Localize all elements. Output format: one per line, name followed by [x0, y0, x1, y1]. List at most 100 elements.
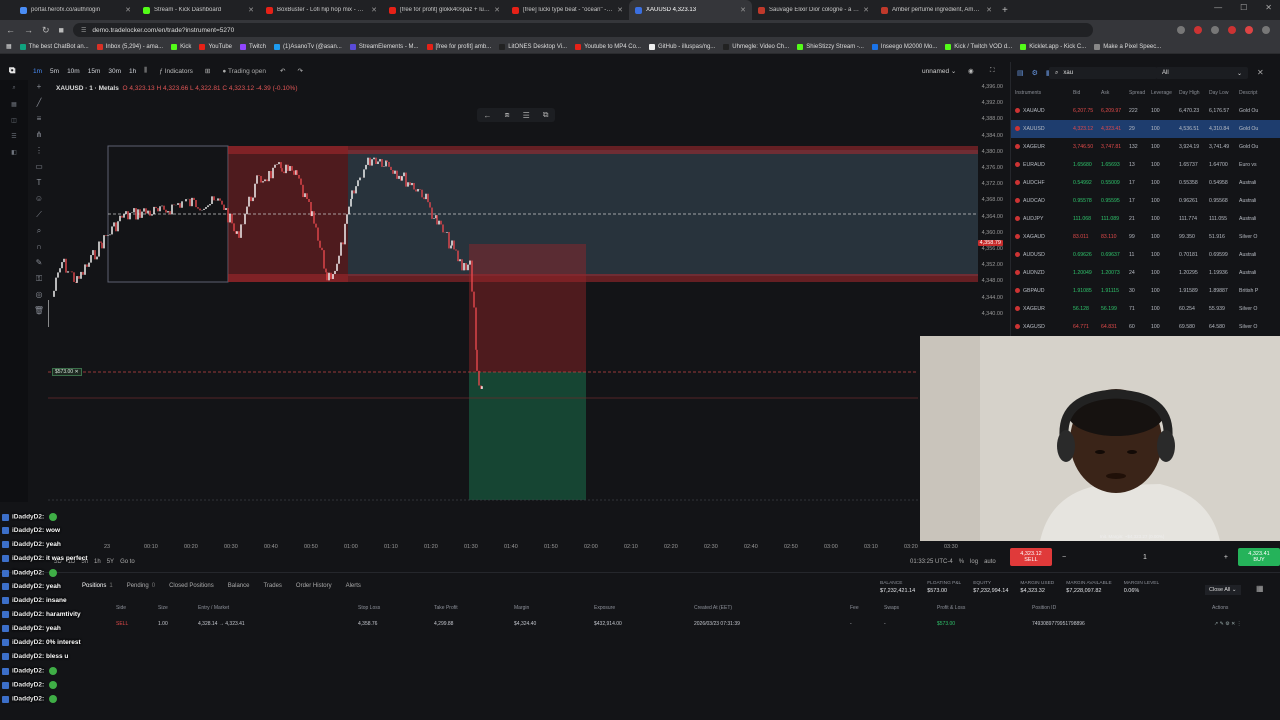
lines-icon[interactable]: ☰ — [523, 111, 530, 120]
instrument-search-input[interactable]: ⌕ xau — [1049, 67, 1157, 79]
column-header[interactable]: Take Profit — [434, 605, 458, 611]
column-header[interactable]: Profit & Loss — [937, 605, 965, 611]
column-header[interactable]: Created At (EET) — [694, 605, 732, 611]
undo-icon[interactable]: ↶ — [280, 67, 285, 75]
fib-icon[interactable]: ⋮ — [35, 146, 43, 158]
column-header[interactable]: Size — [158, 605, 168, 611]
column-header[interactable]: Instruments — [1011, 90, 1073, 96]
price-chart[interactable] — [48, 82, 980, 542]
bookmark-item[interactable]: (1)AsanoTv (@asan... — [274, 43, 342, 50]
camera-icon[interactable]: ◉ — [968, 67, 974, 75]
column-header[interactable]: Descript — [1239, 90, 1279, 96]
site-info-icon[interactable]: ☰ — [81, 27, 86, 34]
column-header[interactable]: Position ID — [1032, 605, 1056, 611]
candles-icon[interactable]: ⫼ — [144, 67, 147, 75]
instrument-row[interactable]: XAGEUR 3,746.50 3,747.81 132 100 3,924.19 3,74… — [1011, 138, 1280, 156]
column-header[interactable]: Exposure — [594, 605, 615, 611]
timeframe-30m[interactable]: 30m — [108, 68, 121, 75]
instrument-row[interactable]: XAGAUD 83.011 83.110 99 100 99.350 51.916 Silve… — [1011, 228, 1280, 246]
reload-icon[interactable]: ↻ — [42, 25, 50, 36]
rectangle-icon[interactable]: ▭ — [35, 162, 43, 174]
url-field[interactable]: ☰ demo.tradelocker.com/en/trade?instrume… — [72, 23, 1093, 37]
crosshair-icon[interactable]: + — [37, 82, 42, 94]
column-header[interactable]: Day High — [1179, 90, 1209, 96]
bookmark-item[interactable]: Make a Pixel Speec... — [1094, 43, 1161, 50]
instrument-row[interactable]: XAGEUR 56.128 56.199 71 100 60.254 55.939 Silve… — [1011, 300, 1280, 318]
apps-icon[interactable]: ▦ — [6, 43, 12, 50]
menu-icon[interactable] — [1262, 26, 1270, 34]
instrument-row[interactable]: XAGUSD 64.771 64.831 60 100 69.580 64.580 Silve… — [1011, 318, 1280, 336]
close-icon[interactable]: ✕ — [617, 6, 623, 14]
browser-tab[interactable]: [free for profit] glokk40spaz + lucki ✕ — [383, 0, 506, 20]
browser-tab[interactable]: Amber perfume ingredient, Amber f ✕ — [875, 0, 998, 20]
tab-order-history[interactable]: Order History — [296, 583, 332, 589]
zoom-icon[interactable]: ⌕ — [37, 226, 41, 238]
tab-alerts[interactable]: Alerts — [346, 583, 361, 589]
bookmark-item[interactable]: LitONES Desktop Vi... — [499, 43, 567, 50]
bookmark-item[interactable]: [free for profit] amb... — [426, 43, 491, 50]
bookmark-item[interactable]: Inseego M2000 Mo... — [871, 43, 937, 50]
instrument-filter-select[interactable]: All ⌄ — [1156, 67, 1248, 79]
arrow-left-icon[interactable]: ← — [484, 111, 492, 120]
column-header[interactable]: Spread — [1129, 90, 1151, 96]
back-icon[interactable]: ← — [6, 25, 15, 35]
extension-icon[interactable] — [1211, 26, 1219, 34]
eye-icon[interactable]: ◎ — [36, 290, 43, 302]
time-axis[interactable]: 23 00:10 00:20 00:30 00:40 00:50 01:00 01:10 01:… — [48, 542, 980, 552]
buy-button[interactable]: 4,323.41 BUY — [1238, 548, 1280, 566]
panel-icon[interactable]: ⧉ — [543, 110, 549, 120]
sell-button[interactable]: 4,323.12 SELL — [1010, 548, 1052, 566]
instrument-row[interactable]: AUDNZD 1.20049 1.20073 24 100 1.20295 1.19936 A… — [1011, 264, 1280, 282]
grid-icon[interactable]: ▦ — [11, 101, 17, 108]
pitchfork-icon[interactable]: ⋔ — [36, 130, 43, 142]
close-icon[interactable]: ✕ — [371, 6, 377, 14]
bookmark-item[interactable]: Kicklet.app - Kick C... — [1020, 43, 1086, 50]
trendline-icon[interactable]: ╱ — [37, 98, 42, 110]
close-icon[interactable]: ✕ — [125, 6, 131, 14]
scale-option[interactable]: auto — [984, 559, 996, 565]
instrument-row[interactable]: GBPAUD 1.91085 1.91115 30 100 1.91589 1.89887 B… — [1011, 282, 1280, 300]
browser-tab[interactable]: Stream - Kick Dashboard ✕ — [137, 0, 260, 20]
plus-icon[interactable]: + — [1224, 554, 1228, 561]
timeframe-10m[interactable]: 10m — [67, 68, 80, 75]
column-header[interactable]: Ask — [1101, 90, 1129, 96]
minimize-icon[interactable]: — — [1214, 3, 1222, 12]
extension-icon[interactable] — [1194, 26, 1202, 34]
trash-icon[interactable]: 🗑 — [34, 306, 44, 318]
quantity-stepper[interactable]: − 1 + — [1056, 548, 1234, 566]
column-header[interactable]: Swaps — [884, 605, 899, 611]
instrument-row[interactable]: AUDCHF 0.54992 0.55009 17 100 0.55358 0.54958 A… — [1011, 174, 1280, 192]
bookmark-item[interactable]: Youtube to MP4 Co... — [575, 43, 641, 50]
bookmark-item[interactable]: Uhmegle: Video Ch... — [723, 43, 789, 50]
instrument-row[interactable]: EURAUD 1.65680 1.65693 13 100 1.65737 1.64700 E… — [1011, 156, 1280, 174]
close-icon[interactable]: ✕ — [986, 6, 992, 14]
instrument-row[interactable]: XAUUSD 4,323.12 4,323.41 29 100 4,536.51 4,310… — [1011, 120, 1280, 138]
bookmark-item[interactable]: YouTube — [199, 43, 232, 50]
horizontal-lines-icon[interactable]: ≡ — [37, 114, 42, 126]
column-header[interactable]: Leverage — [1151, 90, 1179, 96]
browser-tab[interactable]: portal.herofx.co/auth/login ✕ — [14, 0, 137, 20]
close-all-button[interactable]: Close All ⌄ — [1205, 585, 1241, 595]
close-icon[interactable]: ✕ — [248, 6, 254, 14]
ruler-icon[interactable]: ⟋ — [36, 210, 42, 222]
more-icon[interactable]: ⋮ — [1237, 621, 1242, 627]
browser-tab[interactable]: XAUUSD 4,323.13 ✕ — [629, 0, 752, 20]
scale-option[interactable]: % — [959, 559, 964, 565]
scale-option[interactable]: log — [970, 559, 978, 565]
new-tab-icon[interactable]: + — [1002, 5, 1008, 16]
lock-icon[interactable]: ⚿ — [36, 274, 42, 286]
tab-closed-positions[interactable]: Closed Positions — [169, 583, 214, 589]
bookmark-page-icon[interactable]: ■ — [59, 25, 64, 35]
browser-tab[interactable]: BoxBuster - Lofi hip hop mix - Strea ✕ — [260, 0, 383, 20]
profile-icon[interactable] — [1245, 26, 1253, 34]
column-header[interactable]: Day Low — [1209, 90, 1239, 96]
quantity-value[interactable]: 1 — [1143, 554, 1147, 561]
price-axis[interactable]: 4,396.00 4,392.00 4,388.00 4,384.00 4,380.00… — [977, 82, 1006, 332]
grid-icon[interactable]: ▦ — [1256, 584, 1264, 593]
tab-balance[interactable]: Balance — [228, 583, 250, 589]
column-header[interactable]: Margin — [514, 605, 529, 611]
text-icon[interactable]: T — [37, 178, 42, 190]
extension-icon[interactable] — [1177, 26, 1185, 34]
tab-trades[interactable]: Trades — [263, 583, 281, 589]
timeframe-1h[interactable]: 1h — [129, 68, 136, 75]
